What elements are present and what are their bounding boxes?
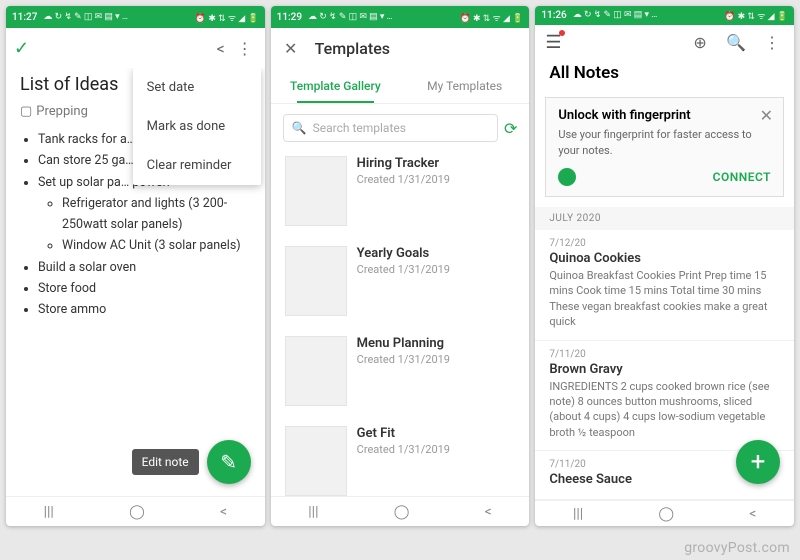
sync-icon[interactable]: ⊕: [688, 33, 712, 52]
toolbar: ✕ Templates: [271, 28, 530, 68]
search-icon[interactable]: 🔍: [724, 33, 748, 52]
new-note-fab[interactable]: +: [736, 440, 780, 484]
template-list: Hiring TrackerCreated 1/31/2019 Yearly G…: [271, 152, 530, 496]
template-item[interactable]: Hiring TrackerCreated 1/31/2019: [271, 152, 530, 242]
share-icon[interactable]: <: [209, 39, 233, 58]
menu-set-date[interactable]: Set date: [133, 68, 261, 107]
clock: 11:27: [12, 12, 37, 23]
watermark: groovyPost.com: [684, 540, 790, 556]
pencil-icon: ✎: [220, 450, 237, 474]
search-input[interactable]: 🔍 Search templates: [283, 114, 498, 142]
phone-all-notes: 11:26☁ ↻ ↯ ✎ ◫ ✉ ▤ ▾ … ⏰ ✱ ⇅ ᯤ ◢ 🔋 ☰ ⊕ 🔍…: [535, 6, 794, 526]
toolbar: ✓ < ⋮: [6, 28, 265, 68]
overflow-icon[interactable]: ⋮: [760, 33, 784, 52]
unlock-card: ✕ Unlock with fingerprint Use your finge…: [545, 97, 784, 197]
tabs: Template Gallery My Templates: [271, 68, 530, 104]
template-item[interactable]: Yearly GoalsCreated 1/31/2019: [271, 242, 530, 332]
menu-clear-reminder[interactable]: Clear reminder: [133, 146, 261, 185]
clock: 11:26: [541, 10, 566, 21]
status-bar: 11:27☁ ↻ ↯ ✎ ◫ ✉ ▤ ▾ … ⏰ ✱ ⇅ ᯤ ◢ 🔋: [6, 6, 265, 28]
unlock-body: Use your fingerprint for faster access t…: [558, 127, 771, 158]
note-item[interactable]: 7/12/20 Quinoa Cookies Quinoa Breakfast …: [535, 230, 794, 341]
toolbar: ☰ ⊕ 🔍 ⋮: [535, 25, 794, 59]
notebook-name: Prepping: [36, 104, 88, 119]
nav-bar: ||| ◯ <: [6, 496, 265, 526]
status-bar: 11:26☁ ↻ ↯ ✎ ◫ ✉ ▤ ▾ … ⏰ ✱ ⇅ ᯤ ◢ 🔋: [535, 6, 794, 25]
tab-mytemplates[interactable]: My Templates: [400, 68, 529, 103]
search-placeholder: Search templates: [313, 121, 406, 135]
nav-recents-icon[interactable]: |||: [44, 504, 54, 520]
search-icon: 🔍: [292, 121, 307, 135]
nav-bar: ||| ◯ <: [535, 500, 794, 526]
check-icon[interactable]: ✓: [14, 38, 29, 59]
nav-back-icon[interactable]: <: [485, 504, 492, 520]
nav-back-icon[interactable]: <: [749, 506, 756, 522]
notebook-icon: ▢: [20, 104, 32, 119]
plus-icon: +: [751, 447, 766, 477]
refresh-icon[interactable]: ⟳: [504, 119, 517, 138]
page-title: All Notes: [535, 59, 794, 93]
template-thumb: [285, 426, 347, 496]
page-title: Templates: [315, 39, 390, 58]
menu-mark-done[interactable]: Mark as done: [133, 107, 261, 146]
note-view: List of Ideas ▢ Prepping ⏰ ◫ ⓘ Tank rack…: [6, 68, 265, 496]
nav-home-icon[interactable]: ◯: [129, 504, 145, 520]
reminder-menu: Set date Mark as done Clear reminder: [133, 68, 261, 185]
nav-home-icon[interactable]: ◯: [394, 504, 410, 520]
template-thumb: [285, 336, 347, 406]
template-thumb: [285, 246, 347, 316]
nav-home-icon[interactable]: ◯: [658, 506, 674, 522]
close-icon[interactable]: ✕: [760, 106, 773, 125]
close-icon[interactable]: ✕: [279, 39, 303, 58]
status-bar: 11:29☁ ↻ ↯ ✎ ◫ ✉ ▤ ▾ … ⏰ ✱ ⇅ ᯤ ◢ 🔋: [271, 6, 530, 28]
toast: Edit note: [132, 449, 199, 475]
hamburger-icon[interactable]: ☰: [545, 32, 561, 53]
edit-fab[interactable]: ✎: [207, 440, 251, 484]
section-header: JULY 2020: [535, 207, 794, 230]
tab-gallery[interactable]: Template Gallery: [271, 68, 400, 103]
note-item[interactable]: 7/11/20 Brown Gravy INGREDIENTS 2 cups c…: [535, 341, 794, 452]
phone-templates: 11:29☁ ↻ ↯ ✎ ◫ ✉ ▤ ▾ … ⏰ ✱ ⇅ ᯤ ◢ 🔋 ✕ Tem…: [271, 6, 530, 526]
nav-back-icon[interactable]: <: [220, 504, 227, 520]
unlock-title: Unlock with fingerprint: [558, 108, 771, 123]
connect-button[interactable]: CONNECT: [713, 170, 771, 184]
template-item[interactable]: Get FitCreated 1/31/2019: [271, 422, 530, 496]
template-item[interactable]: Menu PlanningCreated 1/31/2019: [271, 332, 530, 422]
clock: 11:29: [277, 12, 302, 23]
phone-note-detail: 11:27☁ ↻ ↯ ✎ ◫ ✉ ▤ ▾ … ⏰ ✱ ⇅ ᯤ ◢ 🔋 ✓ < ⋮…: [6, 6, 265, 526]
fingerprint-icon: [558, 168, 576, 186]
nav-bar: ||| ◯ <: [271, 496, 530, 526]
nav-recents-icon[interactable]: |||: [573, 506, 583, 522]
template-thumb: [285, 156, 347, 226]
nav-recents-icon[interactable]: |||: [308, 504, 318, 520]
overflow-icon[interactable]: ⋮: [233, 39, 257, 58]
